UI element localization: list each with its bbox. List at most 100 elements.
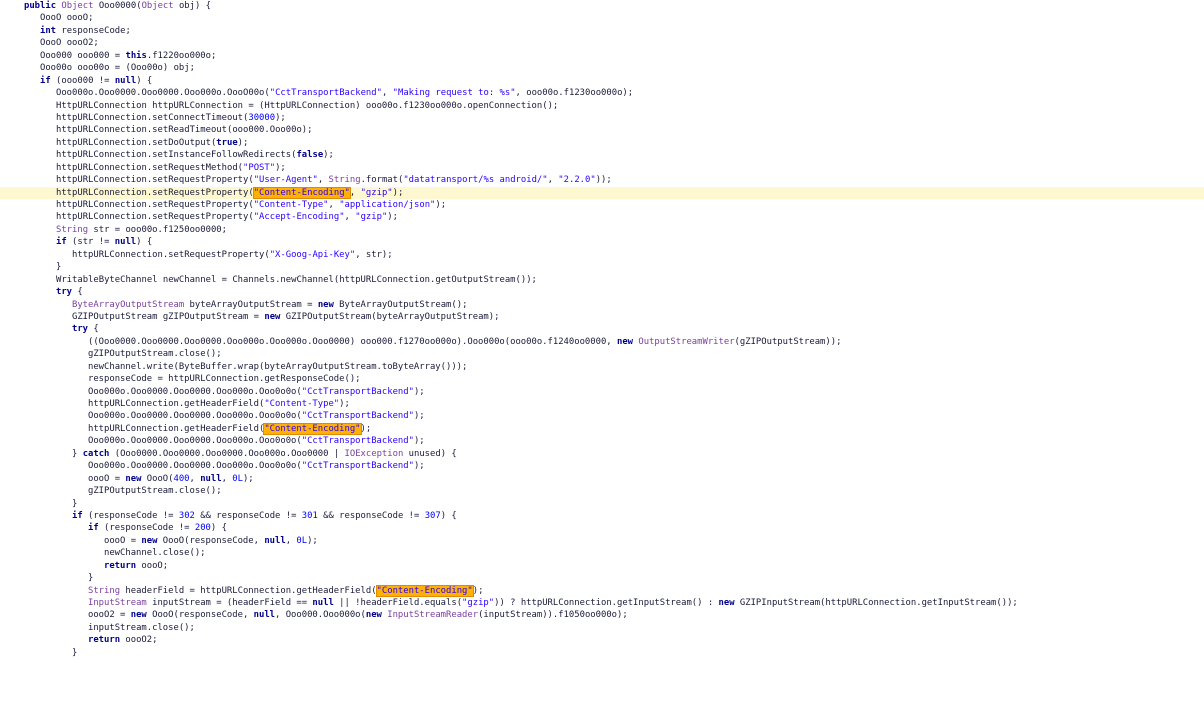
code-line[interactable]: } xyxy=(0,498,1204,510)
code-line[interactable]: return oooO2; xyxy=(0,634,1204,646)
code-line[interactable]: OooO oooO; xyxy=(0,12,1204,24)
code-token: 30000 xyxy=(248,112,276,123)
code-token: ); xyxy=(237,137,249,148)
code-token: , ooo00o.f1230oo000o); xyxy=(515,88,634,99)
code-token: null xyxy=(253,610,276,621)
code-line[interactable]: Ooo000o.Ooo0000.Ooo0000.Ooo000o.OooO00o(… xyxy=(0,87,1204,99)
code-line[interactable]: gZIPOutputStream.close(); xyxy=(0,348,1204,360)
code-line[interactable]: httpURLConnection.getHeaderField("Conten… xyxy=(0,422,1204,435)
code-line[interactable]: ((Ooo0000.Ooo0000.Ooo0000.Ooo000o.Ooo000… xyxy=(0,336,1204,348)
code-line[interactable]: oooO = new OooO(responseCode, null, 0L); xyxy=(0,535,1204,547)
code-token: ) { xyxy=(210,523,227,534)
code-token: 400 xyxy=(173,473,190,484)
code-line[interactable]: Ooo000 ooo000 = this.f1220oo000o; xyxy=(0,50,1204,62)
code-token: 301 xyxy=(301,510,318,521)
code-line[interactable]: Ooo000o.Ooo0000.Ooo0000.Ooo000o.Ooo0o0o(… xyxy=(0,460,1204,472)
code-line[interactable]: httpURLConnection.setRequestProperty("X-… xyxy=(0,249,1204,261)
code-token: InputStream xyxy=(88,598,147,608)
code-token: Ooo000o.Ooo0000.Ooo0000.Ooo000o.Ooo0o0o( xyxy=(88,436,302,447)
code-line[interactable]: GZIPOutputStream gZIPOutputStream = new … xyxy=(0,311,1204,323)
code-line[interactable]: httpURLConnection.setRequestProperty("Ac… xyxy=(0,211,1204,223)
code-token: OooO oooO2; xyxy=(40,38,99,49)
code-line[interactable]: String str = ooo00o.f1250oo0000; xyxy=(0,224,1204,236)
code-token: if xyxy=(40,75,51,86)
code-line[interactable]: Ooo000o.Ooo0000.Ooo0000.Ooo000o.Ooo0o0o(… xyxy=(0,410,1204,422)
code-token: Ooo000o.Ooo0000.Ooo0000.Ooo000o.Ooo0o0o( xyxy=(88,461,302,472)
code-token: ); xyxy=(339,399,350,409)
code-line[interactable]: httpURLConnection.setInstanceFollowRedir… xyxy=(0,149,1204,161)
code-token: , xyxy=(381,88,393,99)
code-token: 302 xyxy=(178,510,195,521)
code-line[interactable]: httpURLConnection.setReadTimeout(ooo000.… xyxy=(0,124,1204,136)
code-token: "gzip" xyxy=(355,212,388,223)
code-line[interactable]: inputStream.close(); xyxy=(0,622,1204,634)
code-line[interactable]: if (ooo000 != null) { xyxy=(0,75,1204,87)
code-token: new xyxy=(317,299,334,310)
code-token: } xyxy=(72,448,83,459)
code-editor[interactable]: public Object Ooo0000(Object obj) {OooO … xyxy=(0,0,1204,720)
code-token: if xyxy=(72,510,83,521)
code-line-highlighted[interactable]: httpURLConnection.setRequestProperty("Co… xyxy=(0,186,1204,199)
code-token: , xyxy=(349,187,361,198)
code-token: new xyxy=(125,473,142,484)
code-token: try xyxy=(72,324,89,335)
code-token: Ooo0000( xyxy=(98,1,142,11)
code-line[interactable]: httpURLConnection.getHeaderField("Conten… xyxy=(0,398,1204,410)
code-line[interactable]: oooO = new OooO(400, null, 0L); xyxy=(0,473,1204,485)
code-token: } xyxy=(88,573,94,584)
code-line[interactable]: } catch (Ooo0000.Ooo0000.Ooo0000.Ooo000o… xyxy=(0,448,1204,460)
code-line[interactable]: public Object Ooo0000(Object obj) { xyxy=(0,0,1204,12)
code-token: "Making request to: %s" xyxy=(392,88,516,99)
code-line[interactable]: httpURLConnection.setRequestMethod("POST… xyxy=(0,162,1204,174)
code-token: String xyxy=(88,585,121,596)
code-line[interactable]: ByteArrayOutputStream byteArrayOutputStr… xyxy=(0,299,1204,311)
code-line[interactable]: responseCode = httpURLConnection.getResp… xyxy=(0,373,1204,385)
code-token: this xyxy=(125,50,147,61)
code-token: "CctTransportBackend" xyxy=(269,88,382,99)
code-token: ) { xyxy=(136,75,153,86)
code-token: Ooo000 ooo000 = xyxy=(40,50,126,61)
code-line[interactable]: OooO oooO2; xyxy=(0,37,1204,49)
code-line[interactable]: httpURLConnection.setDoOutput(true); xyxy=(0,137,1204,149)
code-line[interactable]: InputStream inputStream = (headerField =… xyxy=(0,597,1204,609)
code-token: 0L xyxy=(296,535,308,546)
code-line[interactable]: int responseCode; xyxy=(0,25,1204,37)
code-line[interactable]: oooO2 = new OooO(responseCode, null, Ooo… xyxy=(0,609,1204,621)
code-line[interactable]: httpURLConnection.setRequestProperty("Co… xyxy=(0,199,1204,211)
code-token: , xyxy=(285,535,297,546)
code-token: null xyxy=(114,237,137,248)
code-token: new xyxy=(264,311,281,322)
code-token: httpURLConnection.setRequestProperty( xyxy=(56,212,254,223)
code-line[interactable]: } xyxy=(0,647,1204,659)
code-token: newChannel.close(); xyxy=(104,548,206,559)
code-line[interactable]: Ooo000o.Ooo0000.Ooo0000.Ooo000o.Ooo0o0o(… xyxy=(0,386,1204,398)
code-token: (responseCode != xyxy=(82,510,179,521)
code-line[interactable]: try { xyxy=(0,286,1204,298)
code-line[interactable]: newChannel.close(); xyxy=(0,547,1204,559)
code-line[interactable]: HttpURLConnection httpURLConnection = (H… xyxy=(0,100,1204,112)
code-line[interactable]: String headerField = httpURLConnection.g… xyxy=(0,584,1204,597)
code-line[interactable]: return oooO; xyxy=(0,560,1204,572)
code-token: null xyxy=(264,535,286,546)
code-token: "datatransport/%s android/" xyxy=(403,175,548,186)
code-token: "POST" xyxy=(243,162,276,173)
code-line[interactable]: WritableByteChannel newChannel = Channel… xyxy=(0,274,1204,286)
code-token: && responseCode != xyxy=(317,510,425,521)
code-line[interactable]: if (str != null) { xyxy=(0,236,1204,248)
code-line[interactable]: try { xyxy=(0,323,1204,335)
code-line[interactable]: newChannel.write(ByteBuffer.wrap(byteArr… xyxy=(0,361,1204,373)
code-line[interactable]: Ooo00o ooo00o = (Ooo00o) obj; xyxy=(0,62,1204,74)
code-token: ); xyxy=(360,423,372,434)
code-token: true xyxy=(216,137,238,148)
code-token: ); xyxy=(387,212,398,223)
code-token: ) { xyxy=(136,237,153,248)
code-line[interactable]: } xyxy=(0,261,1204,273)
code-line[interactable]: } xyxy=(0,572,1204,584)
code-line[interactable]: gZIPOutputStream.close(); xyxy=(0,485,1204,497)
code-line[interactable]: httpURLConnection.setRequestProperty("Us… xyxy=(0,174,1204,186)
code-line[interactable]: if (responseCode != 200) { xyxy=(0,522,1204,534)
code-line[interactable]: Ooo000o.Ooo0000.Ooo0000.Ooo000o.Ooo0o0o(… xyxy=(0,435,1204,447)
code-token: httpURLConnection.setRequestProperty( xyxy=(72,249,270,260)
code-line[interactable]: if (responseCode != 302 && responseCode … xyxy=(0,510,1204,522)
code-line[interactable]: httpURLConnection.setConnectTimeout(3000… xyxy=(0,112,1204,124)
